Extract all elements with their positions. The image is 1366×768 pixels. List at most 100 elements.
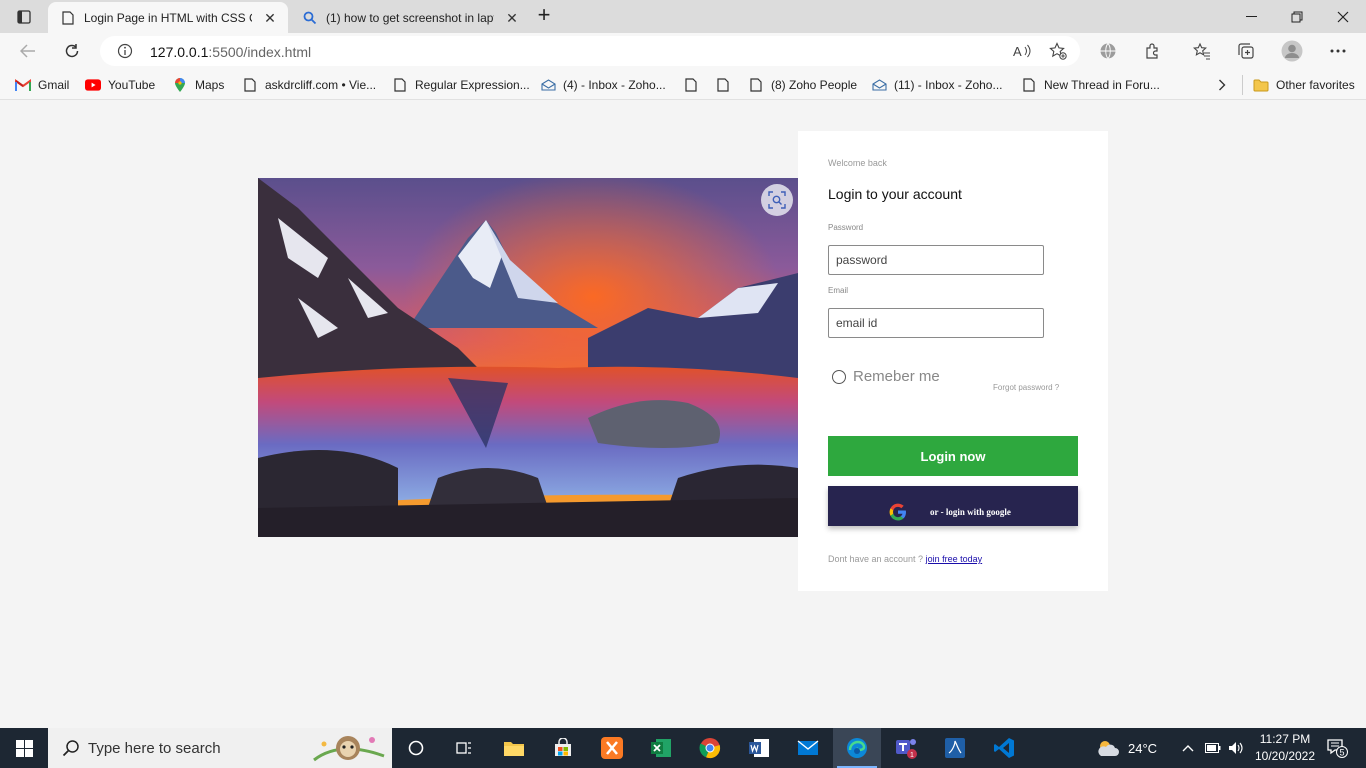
bookmark-zoho-inbox-11[interactable]: (11) - Inbox - Zoho... (871, 76, 1003, 94)
show-hidden-icons-chevron-icon[interactable] (1182, 728, 1194, 768)
tab-bar: Login Page in HTML with CSS Code ✕ (1) h… (0, 0, 1366, 33)
favorites-icon[interactable] (1190, 39, 1214, 63)
taskbar-search-box[interactable]: Type here to search (48, 728, 392, 768)
xampp-icon[interactable] (588, 728, 636, 768)
tab-screenshot-search[interactable]: (1) how to get screenshot in laptop ✕ (290, 2, 526, 33)
add-favorite-icon[interactable] (1046, 39, 1070, 63)
bookmark-zoho-inbox-4[interactable]: (4) - Inbox - Zoho... (540, 76, 666, 94)
login-button[interactable]: Login now (828, 436, 1078, 476)
excel-icon[interactable] (637, 728, 685, 768)
browser-toolbar: 127.0.0.1:5500/index.html A (0, 33, 1366, 69)
google-icon (889, 503, 907, 524)
join-free-link[interactable]: join free today (926, 554, 983, 564)
collections-icon[interactable] (1234, 39, 1258, 63)
bookmarks-bar: Gmail YouTube Maps askdrcliff.com • Vie.… (0, 69, 1366, 100)
profile-avatar[interactable] (1280, 39, 1304, 63)
more-menu-icon[interactable] (1326, 39, 1350, 63)
google-login-label: or - login with google (930, 507, 1011, 517)
bookmark-askdrcliff[interactable]: askdrcliff.com • Vie... (242, 76, 376, 94)
volume-icon[interactable] (1228, 728, 1244, 768)
wireshark-icon[interactable] (931, 728, 979, 768)
remember-me-radio[interactable] (832, 369, 846, 384)
search-highlight-sloth-icon (310, 730, 388, 768)
minimize-button[interactable] (1228, 0, 1274, 33)
forgot-password-link[interactable]: Forgot password ? (993, 383, 1059, 392)
page-icon (242, 77, 258, 93)
svg-text:A: A (1013, 44, 1022, 59)
email-label: Email (828, 286, 849, 295)
mail-icon[interactable] (784, 728, 832, 768)
restore-button[interactable] (1274, 0, 1320, 33)
weather-temperature: 24°C (1128, 740, 1158, 756)
google-login-button[interactable]: or - login with google (828, 486, 1078, 526)
taskbar-search-placeholder: Type here to search (88, 740, 221, 757)
visual-search-icon[interactable] (761, 184, 793, 216)
bookmark-blank-2[interactable] (715, 76, 738, 94)
new-tab-button[interactable]: + (532, 4, 556, 27)
page-icon (715, 77, 731, 93)
close-window-button[interactable] (1320, 0, 1366, 33)
hero-image-mountain-lake (258, 178, 798, 537)
vpn-globe-icon[interactable] (1096, 39, 1120, 63)
bookmark-zoho-people[interactable]: (8) Zoho People (748, 76, 857, 94)
notification-count: 5 (1340, 748, 1345, 758)
edge-icon[interactable] (833, 728, 881, 768)
tab-actions-icon[interactable] (8, 6, 40, 28)
word-icon[interactable] (735, 728, 783, 768)
maps-icon (172, 77, 188, 93)
task-view-icon[interactable] (440, 728, 488, 768)
teams-badge: 1 (910, 752, 914, 759)
bookmarks-divider (1242, 75, 1243, 95)
back-arrow-icon[interactable] (16, 39, 40, 63)
close-icon[interactable]: ✕ (504, 10, 520, 26)
mail-icon (540, 77, 556, 93)
login-title: Login to your account (828, 186, 962, 202)
bookmark-maps[interactable]: Maps (172, 76, 224, 94)
search-icon (302, 10, 318, 26)
extensions-icon[interactable] (1141, 39, 1165, 63)
email-field[interactable] (828, 308, 1044, 338)
password-label: Password (828, 223, 864, 232)
bookmark-regular-expression[interactable]: Regular Expression... (392, 76, 530, 94)
battery-icon[interactable] (1205, 728, 1221, 768)
notification-center-icon[interactable]: 5 (1326, 728, 1350, 768)
signup-prompt: Dont have an account ? join free today (828, 554, 983, 564)
bookmark-youtube[interactable]: YouTube (85, 76, 155, 94)
tab-title: Login Page in HTML with CSS Code (84, 10, 252, 25)
bookmark-new-thread[interactable]: New Thread in Foru... (1021, 76, 1160, 94)
login-card: Welcome back Login to your account Passw… (798, 131, 1108, 591)
youtube-icon (85, 77, 101, 93)
address-bar[interactable]: 127.0.0.1:5500/index.html (100, 36, 1080, 66)
welcome-text: Welcome back (828, 158, 887, 168)
windows-taskbar: Type here to search 1 24°C 11:27 PM 10/2… (0, 728, 1366, 768)
start-button[interactable] (0, 728, 48, 768)
bookmark-gmail[interactable]: Gmail (15, 76, 69, 94)
bookmarks-overflow-chevron-icon[interactable] (1218, 76, 1226, 94)
page-icon (60, 10, 76, 26)
close-icon[interactable]: ✕ (262, 10, 278, 26)
password-field[interactable] (828, 245, 1044, 275)
file-explorer-icon[interactable] (490, 728, 538, 768)
system-clock[interactable]: 11:27 PM 10/20/2022 (1244, 731, 1326, 765)
teams-icon[interactable]: 1 (882, 728, 930, 768)
microsoft-store-icon[interactable] (539, 728, 587, 768)
tab-login-page[interactable]: Login Page in HTML with CSS Code ✕ (48, 2, 288, 33)
refresh-icon[interactable] (60, 39, 84, 63)
bookmark-blank-1[interactable] (683, 76, 706, 94)
search-icon (62, 739, 80, 762)
page-icon (1021, 77, 1037, 93)
bookmark-other-favorites[interactable]: Other favorites (1253, 76, 1355, 94)
mail-icon (871, 77, 887, 93)
clock-time: 11:27 PM (1259, 732, 1311, 746)
tab-title: (1) how to get screenshot in laptop (326, 10, 494, 25)
cortana-icon[interactable] (392, 728, 440, 768)
remember-me-option[interactable]: Remeber me (832, 368, 940, 385)
vscode-icon[interactable] (980, 728, 1028, 768)
info-icon[interactable] (117, 43, 133, 64)
page-icon (683, 77, 699, 93)
url-text[interactable]: 127.0.0.1:5500/index.html (150, 44, 311, 60)
weather-widget[interactable]: 24°C (1096, 728, 1157, 768)
read-aloud-icon[interactable]: A (1010, 39, 1034, 63)
chrome-icon[interactable] (686, 728, 734, 768)
gmail-icon (15, 77, 31, 93)
